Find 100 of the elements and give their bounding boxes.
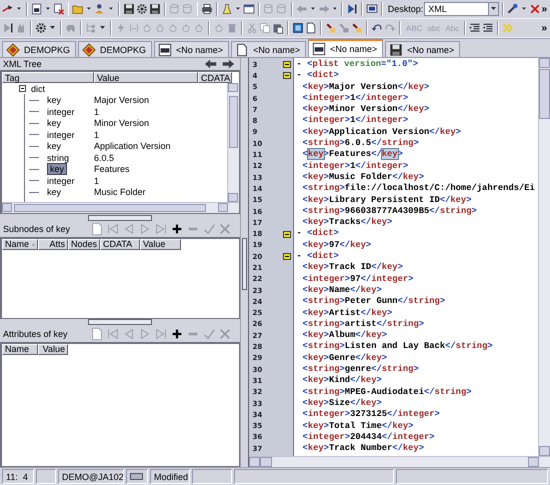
fold-toggle[interactable] <box>282 253 291 260</box>
splitter-handle[interactable] <box>242 238 247 290</box>
marker-icon[interactable] <box>325 22 337 34</box>
node-icon[interactable] <box>141 22 153 34</box>
node-icon[interactable] <box>180 22 192 34</box>
flask-icon[interactable] <box>221 3 234 15</box>
node-icon[interactable] <box>167 22 179 34</box>
column-header[interactable]: Value <box>38 344 68 355</box>
code-line: - <dict> <box>296 70 339 80</box>
forward-icon[interactable] <box>220 57 235 71</box>
tree-row[interactable]: dict <box>2 83 227 94</box>
marker-icon[interactable] <box>351 22 363 34</box>
printer-icon[interactable] <box>201 3 214 15</box>
code-line: <key>Genre</key> <box>302 352 388 363</box>
horizontal-scrollbar[interactable] <box>248 456 550 467</box>
more-button[interactable]: » <box>542 4 550 14</box>
node-value: Music Folder <box>94 187 147 198</box>
keyboard-icon <box>130 473 143 480</box>
column-header[interactable]: Value <box>94 72 198 83</box>
horizontal-scrollbar[interactable] <box>2 202 239 214</box>
tag-name[interactable]: key <box>47 118 62 128</box>
play-icon[interactable] <box>346 3 358 15</box>
node-icon[interactable] <box>193 22 205 34</box>
gear-icon[interactable] <box>35 22 47 34</box>
plus-icon[interactable] <box>170 222 184 236</box>
node-value: Major Version <box>94 95 150 106</box>
dropdown-caret-icon[interactable] <box>236 7 240 11</box>
indent-icon[interactable] <box>469 22 482 34</box>
floppy-icon[interactable] <box>148 3 161 15</box>
window-icon[interactable] <box>243 3 256 15</box>
dropdown-caret-icon[interactable] <box>100 26 105 30</box>
column-header[interactable]: CDATA <box>198 72 232 83</box>
check-icon[interactable] <box>202 222 216 236</box>
tool-icon[interactable] <box>506 3 519 15</box>
document-tab[interactable]: DEMOPKG <box>2 41 76 57</box>
dropdown-caret-icon[interactable] <box>50 26 55 30</box>
document-tab[interactable]: <No name> <box>154 41 230 57</box>
dropdown-caret-icon[interactable] <box>490 7 496 11</box>
monitor-icon[interactable] <box>366 3 378 15</box>
tag-name[interactable]: key <box>47 187 62 198</box>
tag-name[interactable]: integer <box>47 176 75 186</box>
dropdown-caret-icon[interactable] <box>310 7 314 11</box>
vertical-scrollbar[interactable] <box>226 83 239 202</box>
clipboard-icon[interactable] <box>272 22 284 34</box>
tag-name[interactable]: key <box>47 95 62 106</box>
dropdown-caret-icon[interactable] <box>109 7 114 11</box>
node-icon[interactable] <box>213 22 225 34</box>
document-tab[interactable]: <No name> <box>385 41 460 57</box>
more-button[interactable]: » <box>541 22 550 34</box>
tag-name[interactable]: string <box>47 152 70 163</box>
tag-name[interactable]: key <box>47 163 68 176</box>
splitter-handle[interactable] <box>88 319 152 326</box>
delete-icon[interactable] <box>52 3 65 15</box>
page-icon <box>235 42 250 56</box>
code-line: - <plist version="1.0"> <box>296 59 418 69</box>
check-icon[interactable] <box>202 326 216 341</box>
vertical-scrollbar[interactable] <box>538 58 550 456</box>
outdent-icon[interactable] <box>482 22 494 34</box>
column-header[interactable]: Name <box>2 344 38 355</box>
fold-toggle[interactable] <box>282 72 291 80</box>
column-header[interactable]: Value <box>140 238 181 250</box>
close-icon[interactable] <box>528 3 541 15</box>
document-tab[interactable]: <No name> <box>308 39 384 57</box>
column-header[interactable]: Nodes <box>68 238 100 250</box>
plus-icon[interactable] <box>170 326 184 341</box>
code-line: <key>Tracks</key> <box>302 217 392 228</box>
code-line: <string>MPEG-Audiodatei</string> <box>302 386 472 397</box>
dropdown-caret-icon[interactable] <box>332 7 336 11</box>
code-line: <integer>1</integer> <box>302 92 408 103</box>
splitter-handle[interactable] <box>88 214 152 221</box>
document-tab[interactable]: <No name> <box>231 41 306 57</box>
dropdown-caret-icon[interactable] <box>46 7 50 11</box>
fold-toggle[interactable] <box>282 61 291 68</box>
marker-icon[interactable] <box>338 22 350 34</box>
document-icon[interactable] <box>30 3 43 15</box>
status-cell <box>36 469 56 484</box>
frame-icon[interactable] <box>292 22 304 34</box>
column-header[interactable]: Name <box>2 238 38 250</box>
desktop-dropdown[interactable]: XML <box>424 2 499 16</box>
arrow-icon[interactable] <box>2 3 14 15</box>
folder-icon[interactable] <box>72 3 84 15</box>
dropdown-caret-icon[interactable] <box>17 7 21 11</box>
dropdown-caret-icon[interactable] <box>522 7 526 11</box>
floppy-icon[interactable] <box>122 3 135 15</box>
page-icon[interactable] <box>305 22 317 34</box>
collapse-toggle[interactable] <box>19 85 26 92</box>
back-icon[interactable] <box>204 57 218 71</box>
tag-name[interactable]: integer <box>47 130 75 140</box>
tag-name[interactable]: key <box>47 141 62 152</box>
play-icon[interactable] <box>2 22 14 34</box>
gear-icon[interactable] <box>136 3 148 15</box>
column-header[interactable]: Tag <box>2 72 94 83</box>
tag-name[interactable]: integer <box>47 106 75 117</box>
dropdown-caret-icon[interactable] <box>87 7 92 11</box>
package-icon <box>6 42 20 56</box>
document-tab[interactable]: DEMOPKG <box>78 41 152 57</box>
column-header[interactable]: CDATA <box>100 238 140 250</box>
fold-toggle[interactable] <box>282 230 291 238</box>
column-header[interactable]: Atts <box>38 238 68 250</box>
node-icon[interactable] <box>154 22 166 34</box>
